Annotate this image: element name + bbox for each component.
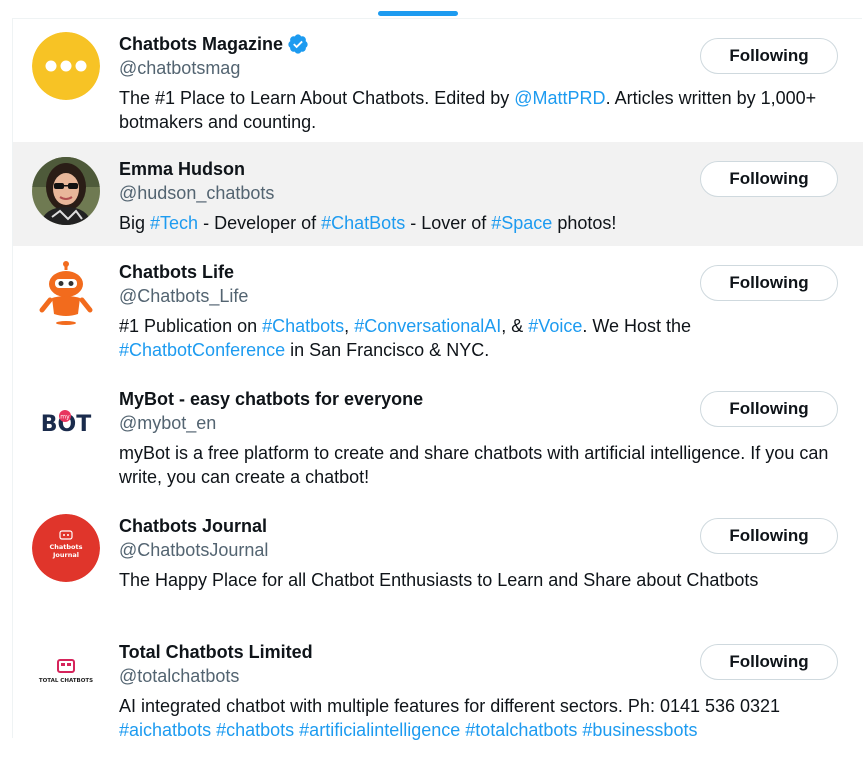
display-name[interactable]: Chatbots Magazine [119,32,283,56]
user-bio: The #1 Place to Learn About Chatbots. Ed… [119,86,845,134]
user-bio: Big #Tech - Developer of #ChatBots - Lov… [119,211,845,235]
bio-text: #1 Publication on [119,316,263,336]
hashtag-link[interactable]: #Space [491,213,552,233]
bio-text: AI integrated chatbot with multiple feat… [119,696,781,716]
user-bio: AI integrated chatbot with multiple feat… [119,694,845,742]
chatbots-journal-logo-text-1: Chatbots [50,543,83,551]
bio-text: The Happy Place for all Chatbot Enthusia… [119,570,759,590]
profile-photo [32,157,100,225]
bio-text: - Lover of [405,213,492,233]
chatbots-magazine-avatar[interactable] [32,32,100,100]
following-button[interactable]: Following [700,161,838,197]
user-cell[interactable]: Chatbots Life @Chatbots_Life #1 Publicat… [13,246,863,373]
chatbots-journal-logo: Chatbots Journal [32,514,100,582]
mybot-logo: BOT my [32,387,100,455]
hashtag-link[interactable]: #ConversationalAI [354,316,501,336]
hashtag-link[interactable]: #ChatBots [321,213,405,233]
bio-text: - Developer of [198,213,322,233]
user-cell[interactable]: Chatbots Magazine @chatbotsmag The #1 Pl… [13,19,863,142]
mybot-avatar[interactable]: BOT my [32,387,100,455]
bottom-edge [0,740,863,758]
hashtag-link[interactable]: #aichatbots [119,720,211,740]
user-cell[interactable]: Chatbots Journal Chatbots Journal @Chatb… [13,500,863,626]
mybot-logo-small-text: my [60,414,70,421]
user-cell[interactable]: Emma Hudson @hudson_chatbots Big #Tech -… [13,142,863,246]
mention-link[interactable]: @MattPRD [514,88,605,108]
display-name[interactable]: Total Chatbots Limited [119,640,313,664]
following-button[interactable]: Following [700,518,838,554]
hashtag-link[interactable]: #totalchatbots [465,720,577,740]
total-chatbots-logo-text: TOTAL CHATBOTS [39,678,93,684]
following-button[interactable]: Following [700,391,838,427]
following-button[interactable]: Following [700,265,838,301]
bio-text: , & [501,316,529,336]
bio-text: , [344,316,355,336]
active-tab-indicator [378,11,458,16]
following-button[interactable]: Following [700,644,838,680]
hashtag-link[interactable]: #artificialintelligence [299,720,460,740]
verified-badge-icon [288,34,308,54]
chatbots-life-avatar[interactable] [32,260,100,328]
emma-hudson-avatar[interactable] [32,157,100,225]
robot-icon [32,260,100,328]
bio-text: photos! [552,213,617,233]
user-bio: myBot is a free platform to create and s… [119,441,845,489]
bio-text: myBot is a free platform to create and s… [119,443,829,487]
hashtag-link[interactable]: #Chatbots [262,316,344,336]
chatbots-journal-logo-text-2: Journal [52,551,79,559]
chat-bubble-dots-icon [32,32,100,100]
bio-text: in San Francisco & NYC. [285,340,490,360]
bio-text: The #1 Place to Learn About Chatbots. Ed… [119,88,515,108]
user-bio: #1 Publication on #Chatbots, #Conversati… [119,314,845,362]
hashtag-link[interactable]: #Tech [150,213,198,233]
user-cell[interactable]: BOT my MyBot - easy chatbots for everyon… [13,373,863,500]
chatbots-journal-avatar[interactable]: Chatbots Journal [32,514,100,582]
total-chatbots-avatar[interactable]: TOTAL CHATBOTS [32,640,100,708]
user-bio: The Happy Place for all Chatbot Enthusia… [119,568,845,592]
following-list: Chatbots Magazine @chatbotsmag The #1 Pl… [13,19,863,766]
bio-text: . We Host the [582,316,692,336]
display-name[interactable]: MyBot - easy chatbots for everyone [119,387,423,411]
hashtag-link[interactable]: #businessbots [582,720,697,740]
hashtag-link[interactable]: #chatbots [216,720,294,740]
display-name[interactable]: Emma Hudson [119,157,245,181]
following-button[interactable]: Following [700,38,838,74]
bio-text: Big [119,213,151,233]
hashtag-link[interactable]: #Voice [528,316,582,336]
total-chatbots-logo: TOTAL CHATBOTS [32,640,100,708]
display-name[interactable]: Chatbots Life [119,260,234,284]
display-name[interactable]: Chatbots Journal [119,514,267,538]
hashtag-link[interactable]: #ChatbotConference [119,340,285,360]
